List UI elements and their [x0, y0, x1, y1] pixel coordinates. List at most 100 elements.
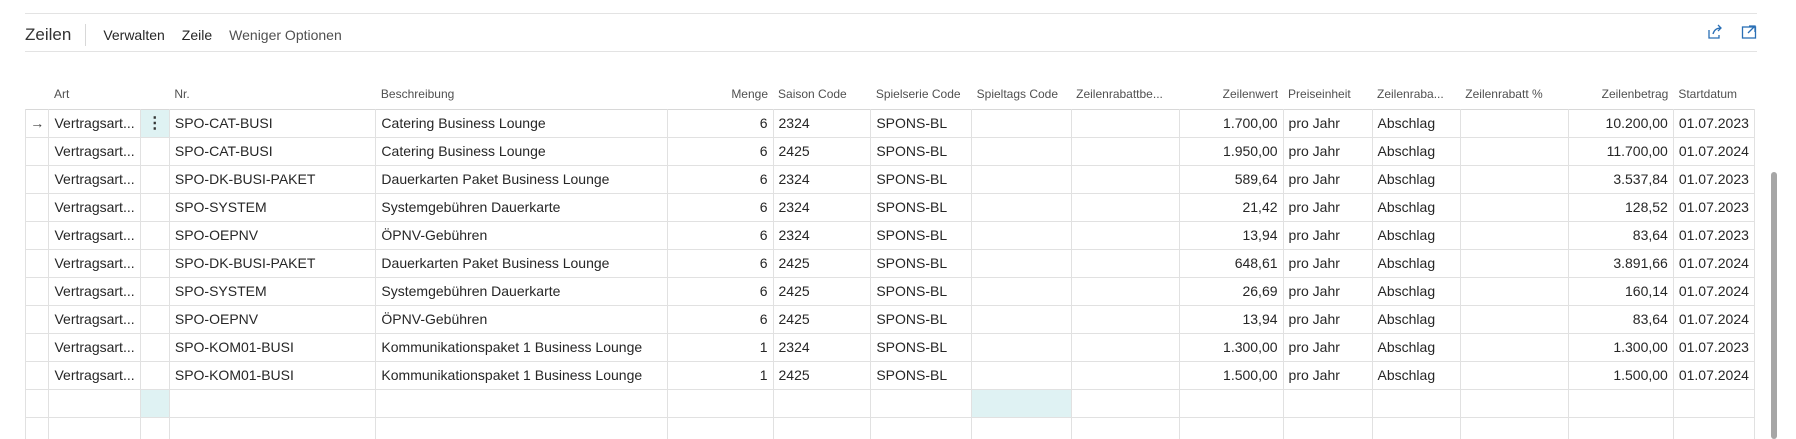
cell-spieltag[interactable]: [971, 108, 1072, 138]
empty-cell[interactable]: [48, 388, 141, 418]
cell-zeilenbetrag[interactable]: 10.200,00: [1567, 108, 1674, 138]
cell-zeilenraba[interactable]: Abschlag: [1371, 304, 1461, 334]
action-zeile[interactable]: Zeile: [182, 27, 212, 43]
cell-preiseinheit[interactable]: pro Jahr: [1282, 192, 1373, 222]
cell-saison[interactable]: 2425: [772, 360, 872, 390]
cell-beschreibung[interactable]: ÖPNV-Gebühren: [375, 304, 669, 334]
cell-spielserie[interactable]: SPONS-BL: [870, 136, 973, 166]
table-row[interactable]: Vertragsart... SPO-SYSTEM Systemgebühren D…: [25, 276, 1755, 306]
col-header-preiseinheit[interactable]: Preiseinheit: [1283, 60, 1372, 109]
row-actions-cell[interactable]: [139, 276, 170, 306]
cell-zeilenrabattpct[interactable]: [1459, 304, 1569, 334]
row-actions-cell[interactable]: [139, 332, 170, 362]
row-indicator[interactable]: [25, 164, 50, 194]
cell-startdatum[interactable]: 01.07.2023: [1672, 108, 1755, 138]
cell-nr[interactable]: SPO-SYSTEM: [168, 276, 377, 306]
col-header-zeilenwert[interactable]: Zeilenwert: [1179, 60, 1283, 109]
cell-zeilenwert[interactable]: 26,69: [1178, 276, 1284, 306]
table-row[interactable]: Vertragsart... SPO-KOM01-BUSI Kommunikatio…: [25, 360, 1755, 390]
cell-saison[interactable]: 2324: [772, 332, 872, 362]
cell-zeilenrabattpct[interactable]: [1459, 192, 1569, 222]
empty-cell[interactable]: [25, 388, 50, 418]
cell-nr[interactable]: SPO-CAT-BUSI: [168, 136, 377, 166]
cell-beschreibung[interactable]: Kommunikationspaket 1 Business Lounge: [375, 360, 669, 390]
table-row[interactable]: Vertragsart... SPO-SYSTEM Systemgebühren D…: [25, 192, 1755, 222]
cell-spielserie[interactable]: SPONS-BL: [870, 360, 973, 390]
cell-spielserie[interactable]: SPONS-BL: [870, 332, 973, 362]
cell-zeilenrabattbe[interactable]: [1070, 360, 1180, 390]
row-actions-cell[interactable]: [139, 360, 170, 390]
cell-startdatum[interactable]: 01.07.2023: [1672, 164, 1755, 194]
cell-preiseinheit[interactable]: pro Jahr: [1282, 136, 1373, 166]
row-actions-icon[interactable]: ⋮: [139, 108, 170, 138]
cell-zeilenbetrag[interactable]: 3.537,84: [1567, 164, 1674, 194]
cell-zeilenrabattbe[interactable]: [1070, 332, 1180, 362]
cell-nr[interactable]: SPO-KOM01-BUSI: [168, 332, 377, 362]
cell-nr[interactable]: SPO-DK-BUSI-PAKET: [168, 248, 377, 278]
cell-spielserie[interactable]: SPONS-BL: [870, 164, 973, 194]
empty-cell[interactable]: [139, 416, 170, 439]
cell-beschreibung[interactable]: Catering Business Lounge: [375, 108, 669, 138]
cell-zeilenwert[interactable]: 13,94: [1178, 220, 1284, 250]
cell-startdatum[interactable]: 01.07.2024: [1672, 276, 1755, 306]
cell-menge[interactable]: 6: [667, 220, 774, 250]
row-indicator[interactable]: [25, 360, 50, 390]
cell-startdatum[interactable]: 01.07.2024: [1672, 304, 1755, 334]
cell-menge[interactable]: 6: [667, 276, 774, 306]
empty-cell[interactable]: [1178, 388, 1284, 418]
empty-cell[interactable]: [375, 388, 669, 418]
row-indicator[interactable]: [25, 332, 50, 362]
cell-saison[interactable]: 2425: [772, 304, 872, 334]
cell-zeilenraba[interactable]: Abschlag: [1371, 220, 1461, 250]
cell-zeilenwert[interactable]: 648,61: [1178, 248, 1284, 278]
cell-startdatum[interactable]: 01.07.2024: [1672, 360, 1755, 390]
empty-new-row[interactable]: [25, 388, 1755, 418]
scrollbar-thumb[interactable]: [1771, 172, 1777, 439]
cell-zeilenrabattbe[interactable]: [1070, 164, 1180, 194]
table-row[interactable]: Vertragsart... SPO-DK-BUSI-PAKET Dauerkart…: [25, 248, 1755, 278]
cell-zeilenraba[interactable]: Abschlag: [1371, 108, 1461, 138]
cell-spielserie[interactable]: SPONS-BL: [870, 220, 973, 250]
cell-zeilenraba[interactable]: Abschlag: [1371, 332, 1461, 362]
cell-zeilenraba[interactable]: Abschlag: [1371, 360, 1461, 390]
empty-cell[interactable]: [1070, 416, 1180, 439]
cell-zeilenraba[interactable]: Abschlag: [1371, 192, 1461, 222]
cell-preiseinheit[interactable]: pro Jahr: [1282, 248, 1373, 278]
empty-cell[interactable]: [1672, 416, 1755, 439]
cell-zeilenrabattpct[interactable]: [1459, 248, 1569, 278]
cell-menge[interactable]: 1: [667, 332, 774, 362]
cell-zeilenrabattpct[interactable]: [1459, 108, 1569, 138]
empty-cell[interactable]: [971, 416, 1072, 439]
cell-beschreibung[interactable]: Dauerkarten Paket Business Lounge: [375, 164, 669, 194]
col-header-saison-code[interactable]: Saison Code: [773, 60, 871, 109]
row-actions-cell[interactable]: [139, 304, 170, 334]
cell-zeilenraba[interactable]: Abschlag: [1371, 248, 1461, 278]
cell-zeilenbetrag[interactable]: 1.500,00: [1567, 360, 1674, 390]
cell-preiseinheit[interactable]: pro Jahr: [1282, 276, 1373, 306]
cell-spieltag[interactable]: [971, 360, 1072, 390]
col-header-zeilenrabattbetrag[interactable]: Zeilenrabattbe...: [1071, 60, 1179, 109]
cell-beschreibung[interactable]: Systemgebühren Dauerkarte: [375, 276, 669, 306]
cell-nr[interactable]: SPO-OEPNV: [168, 220, 377, 250]
cell-zeilenraba[interactable]: Abschlag: [1371, 164, 1461, 194]
cell-menge[interactable]: 1: [667, 360, 774, 390]
cell-zeilenrabattpct[interactable]: [1459, 220, 1569, 250]
cell-zeilenrabattbe[interactable]: [1070, 108, 1180, 138]
cell-zeilenwert[interactable]: 589,64: [1178, 164, 1284, 194]
cell-nr[interactable]: SPO-OEPNV: [168, 304, 377, 334]
cell-zeilenrabattbe[interactable]: [1070, 220, 1180, 250]
cell-preiseinheit[interactable]: pro Jahr: [1282, 220, 1373, 250]
cell-saison[interactable]: 2324: [772, 192, 872, 222]
col-header-startdatum[interactable]: Startdatum: [1673, 60, 1754, 109]
empty-cell[interactable]: [48, 416, 141, 439]
cell-zeilenrabattpct[interactable]: [1459, 276, 1569, 306]
cell-art[interactable]: Vertragsart...: [48, 276, 141, 306]
cell-zeilenbetrag[interactable]: 128,52: [1567, 192, 1674, 222]
empty-cell[interactable]: [870, 416, 973, 439]
cell-nr[interactable]: SPO-DK-BUSI-PAKET: [168, 164, 377, 194]
cell-spieltag[interactable]: [971, 276, 1072, 306]
row-actions-cell[interactable]: [139, 220, 170, 250]
empty-cell[interactable]: [1371, 388, 1461, 418]
cell-saison[interactable]: 2425: [772, 276, 872, 306]
cell-spieltag[interactable]: [971, 304, 1072, 334]
